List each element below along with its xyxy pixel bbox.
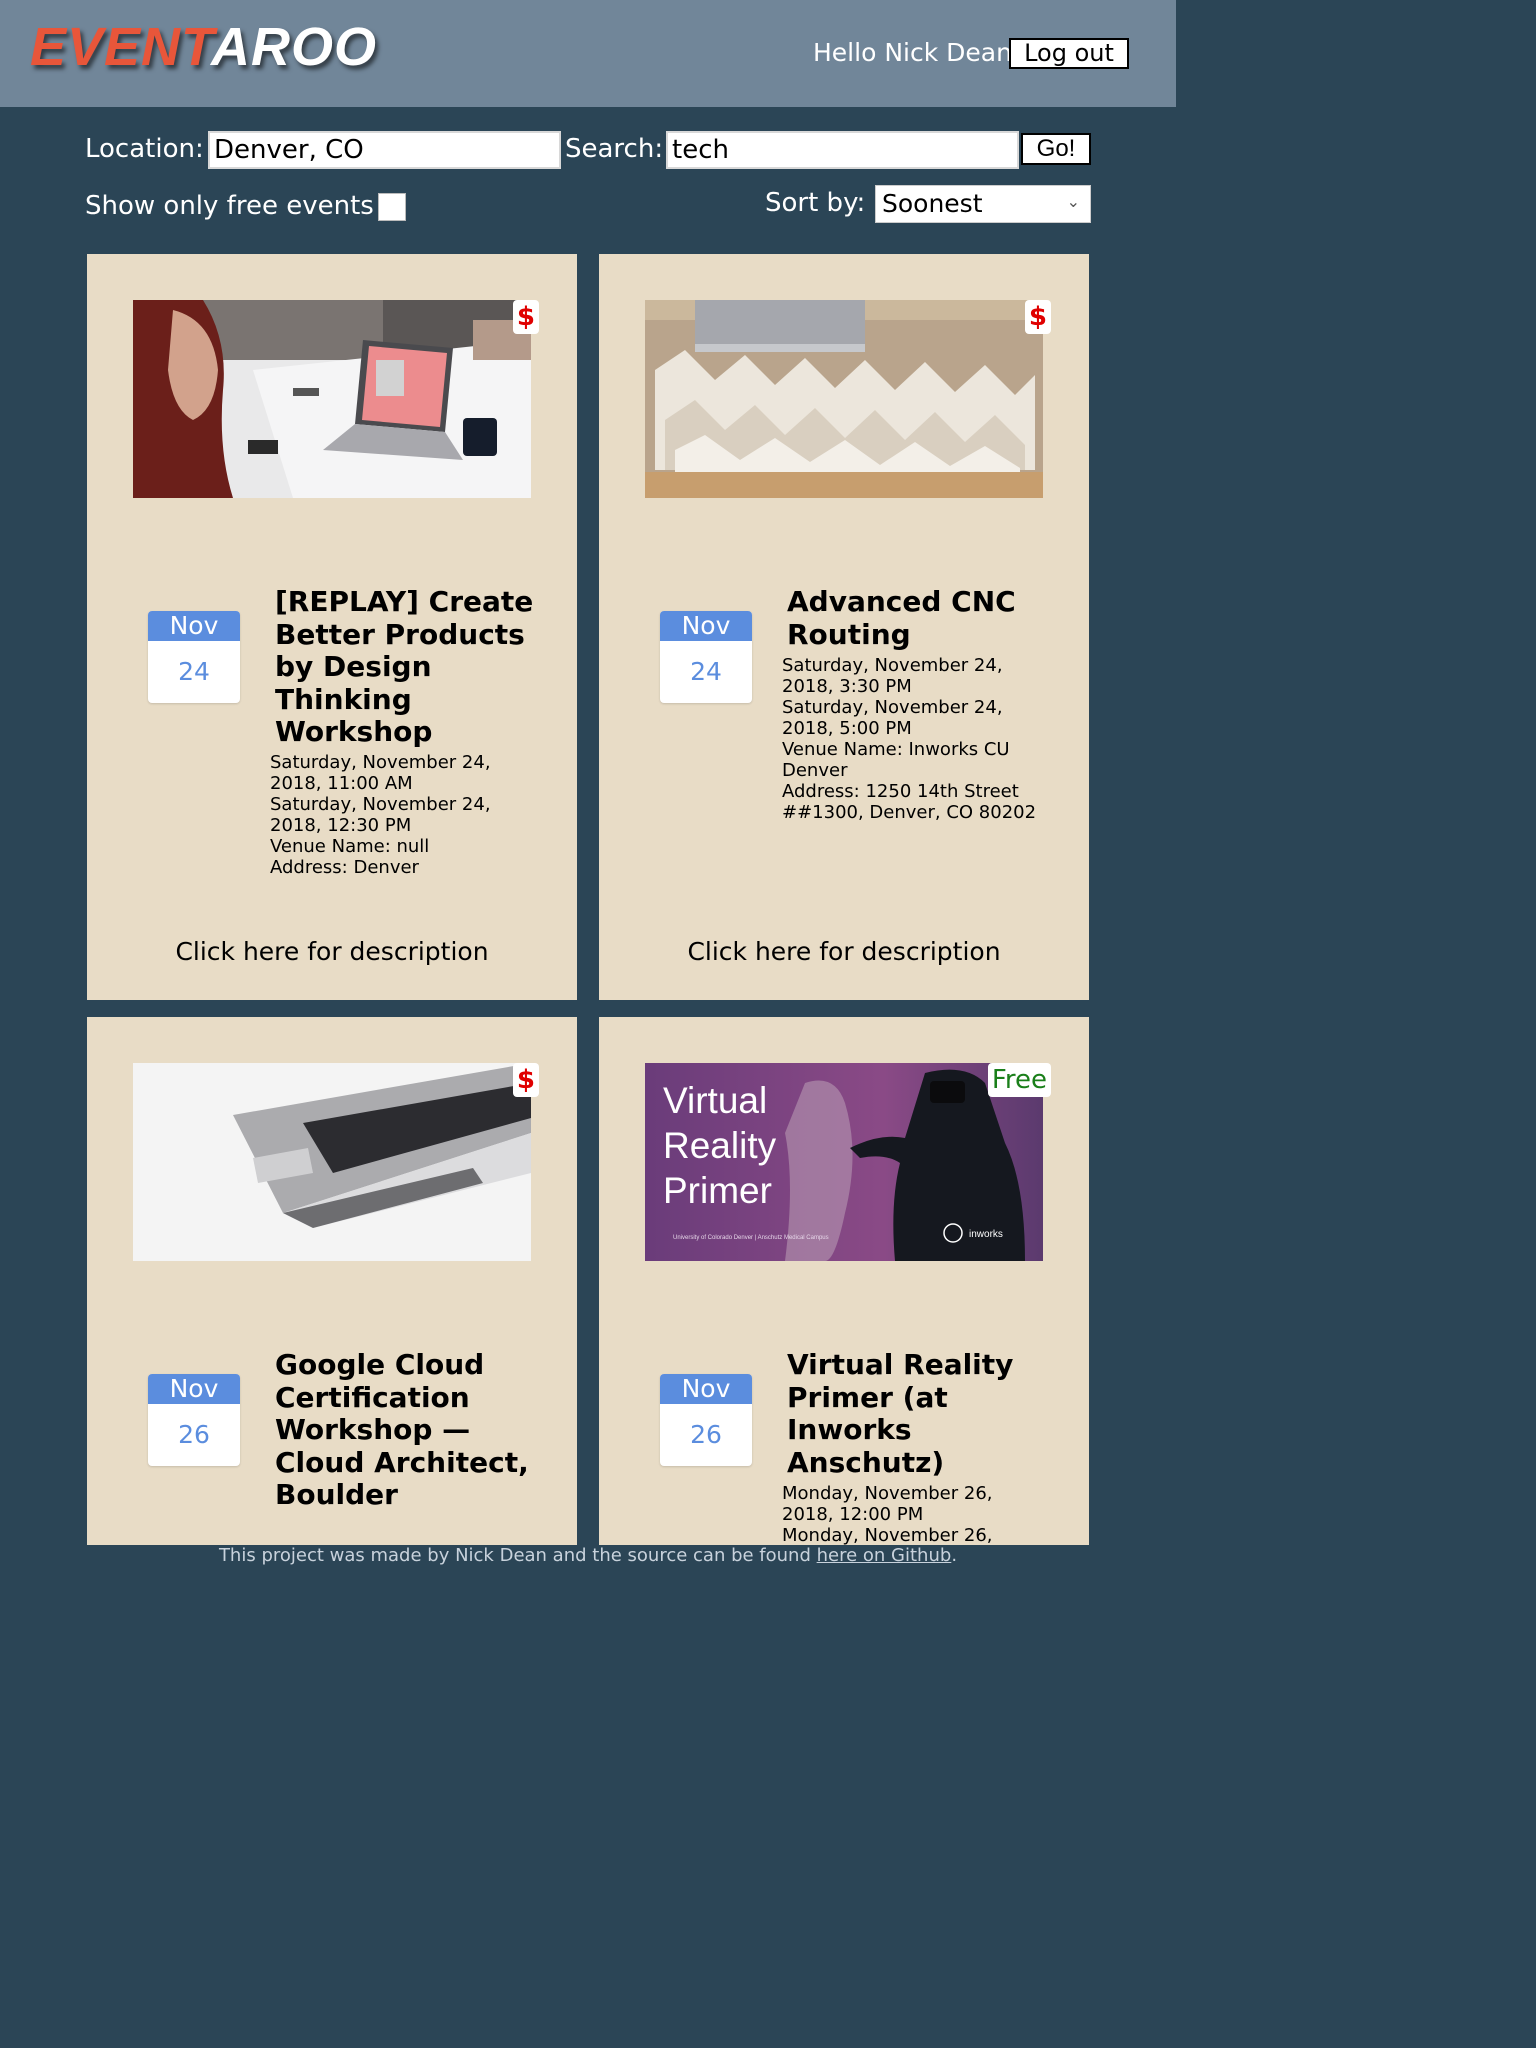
price-badge: $ <box>512 1063 539 1097</box>
event-start: Saturday, November 24, 2018, 3:30 PM <box>782 655 1003 697</box>
footer-period: . <box>951 1545 958 1566</box>
event-card[interactable]: Virtual Reality Primer University of Col… <box>599 1017 1089 1545</box>
event-image[interactable] <box>133 1063 531 1261</box>
go-button[interactable]: Go! <box>1021 133 1091 165</box>
location-label: Location: <box>85 134 204 164</box>
image-text-line-1: Virtual <box>663 1080 767 1121</box>
date-day: 26 <box>178 1420 210 1449</box>
date-month: Nov <box>148 1374 240 1404</box>
date-day: 24 <box>690 657 722 686</box>
description-link[interactable]: Click here for description <box>599 937 1089 966</box>
event-title[interactable]: Google Cloud Certification Workshop —Clo… <box>275 1348 535 1512</box>
footer-text: This project was made by Nick Dean and t… <box>218 1545 817 1566</box>
date-month: Nov <box>660 1374 752 1404</box>
event-title[interactable]: Advanced CNC Routing <box>787 585 1047 651</box>
date-box: Nov 26 <box>148 1374 240 1466</box>
app-header: EVENTAROO Hello Nick Dean Log out <box>0 0 1176 107</box>
event-details: Saturday, November 24, 2018, 11:00 AM Sa… <box>270 752 530 878</box>
sort-label: Sort by: <box>765 188 866 218</box>
event-title[interactable]: [REPLAY] Create Better Products by Desig… <box>275 585 535 749</box>
event-venue: Venue Name: Inworks CU Denver <box>782 739 1010 781</box>
event-card[interactable]: $ Nov 24 [REPLAY] Create Better Products… <box>87 254 577 1000</box>
date-box: Nov 26 <box>660 1374 752 1466</box>
image-caption: University of Colorado Denver | Anschutz… <box>673 1235 829 1241</box>
free-only-checkbox[interactable] <box>378 193 406 221</box>
search-label: Search: <box>565 134 664 164</box>
image-text-line-3: Primer <box>663 1170 772 1211</box>
event-address: Address: Denver <box>270 857 419 878</box>
logo-part-event: EVENT <box>30 17 212 77</box>
github-link[interactable]: here on Github <box>817 1545 952 1566</box>
event-image[interactable]: Virtual Reality Primer University of Col… <box>645 1063 1043 1261</box>
logo-part-aroo: AROO <box>211 17 378 77</box>
price-badge: $ <box>1024 300 1051 334</box>
sort-select[interactable]: Soonest ⌄ <box>875 185 1091 223</box>
event-start: Saturday, November 24, 2018, 11:00 AM <box>270 752 491 794</box>
date-month: Nov <box>148 611 240 641</box>
event-image[interactable] <box>133 300 531 498</box>
date-box: Nov 24 <box>148 611 240 703</box>
image-text-line-2: Reality <box>663 1125 777 1166</box>
event-card[interactable]: $ Nov 26 Google Cloud Certification Work… <box>87 1017 577 1545</box>
logout-button[interactable]: Log out <box>1009 38 1129 69</box>
event-end: Saturday, November 24, 2018, 5:00 PM <box>782 697 1003 739</box>
event-address: Address: 1250 14th Street ##1300, Denver… <box>782 781 1037 823</box>
date-month: Nov <box>660 611 752 641</box>
logo[interactable]: EVENTAROO <box>30 16 377 78</box>
free-only-label: Show only free events <box>85 191 374 221</box>
event-end: Monday, November 26, <box>782 1525 993 1545</box>
image-brand: inworks <box>969 1229 1003 1240</box>
sort-selected-value: Soonest <box>882 189 983 218</box>
user-greeting: Hello Nick Dean <box>813 38 1012 67</box>
event-details: Saturday, November 24, 2018, 3:30 PM Sat… <box>782 655 1042 823</box>
event-card[interactable]: $ Nov 24 Advanced CNC Routing Saturday, … <box>599 254 1089 1000</box>
page-footer: This project was made by Nick Dean and t… <box>0 1545 1176 1566</box>
event-image[interactable] <box>645 300 1043 498</box>
event-end: Saturday, November 24, 2018, 12:30 PM <box>270 794 491 836</box>
description-link[interactable]: Click here for description <box>87 937 577 966</box>
location-input[interactable] <box>208 131 561 169</box>
search-input[interactable] <box>666 131 1019 169</box>
price-badge: Free <box>987 1063 1051 1097</box>
date-box: Nov 24 <box>660 611 752 703</box>
price-badge: $ <box>512 300 539 334</box>
event-start: Monday, November 26, 2018, 12:00 PM <box>782 1483 993 1525</box>
event-title[interactable]: Virtual Reality Primer (at Inworks Ansch… <box>787 1348 1047 1479</box>
event-venue: Venue Name: null <box>270 836 430 857</box>
event-details: Monday, November 26, 2018, 12:00 PM Mond… <box>782 1483 1042 1545</box>
date-day: 24 <box>178 657 210 686</box>
date-day: 26 <box>690 1420 722 1449</box>
chevron-down-icon: ⌄ <box>1066 192 1080 211</box>
